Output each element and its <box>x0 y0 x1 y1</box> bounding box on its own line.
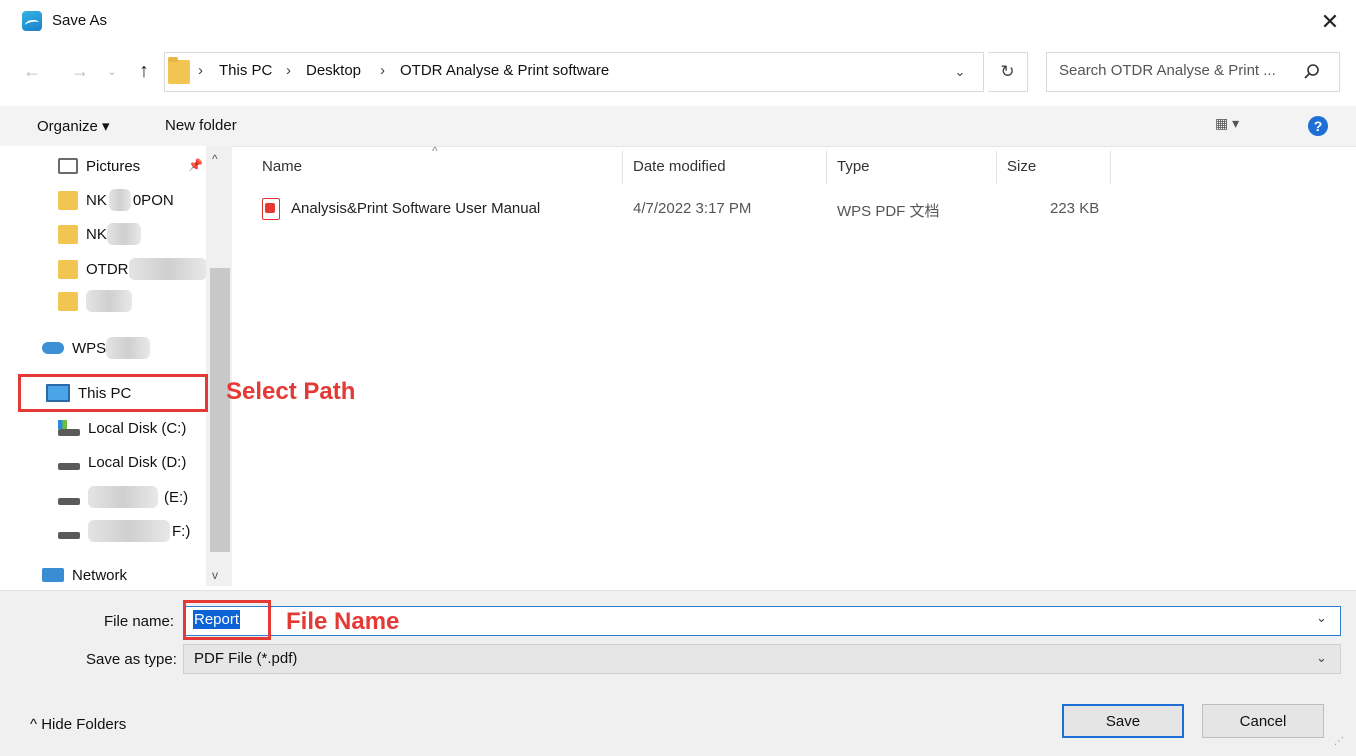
up-arrow-icon[interactable]: ↑ <box>132 58 156 84</box>
chevron-up-icon: ^ <box>30 716 42 733</box>
column-divider[interactable] <box>622 150 623 184</box>
save-type-select[interactable] <box>183 644 1341 674</box>
file-size: 223 KB <box>1050 200 1100 217</box>
nav-item-label: Local Disk (D:) <box>88 453 187 471</box>
close-icon: ✕ <box>1320 9 1340 34</box>
refresh-icon: ↻ <box>1000 62 1015 81</box>
search-placeholder: Search OTDR Analyse & Print ... <box>1059 62 1276 79</box>
sort-up-icon: ^ <box>432 144 438 158</box>
view-options-icon[interactable]: ▦ ▾ <box>1215 115 1269 137</box>
hide-folders-toggle[interactable]: ^ Hide Folders <box>30 716 126 733</box>
folder-icon <box>58 224 78 244</box>
nav-item-drive-e[interactable]: (E:) <box>58 484 188 510</box>
nav-item-label: 0PON <box>132 191 174 209</box>
breadcrumb-desktop[interactable]: Desktop <box>306 62 361 79</box>
drive-icon <box>58 462 80 470</box>
nav-item-folder[interactable]: NK <box>58 221 141 247</box>
chevron-down-icon[interactable]: ⌄ <box>946 60 974 84</box>
nav-item-label: NK <box>86 225 107 243</box>
breadcrumb-this-pc[interactable]: This PC <box>219 62 272 79</box>
recent-locations-chevron-icon[interactable]: ⌄ <box>100 58 124 84</box>
redacted-blur <box>106 337 151 359</box>
redacted-blur <box>108 189 131 211</box>
nav-item-folder[interactable]: NK 0PON <box>58 187 174 213</box>
redacted-blur <box>88 486 158 508</box>
column-divider[interactable] <box>1110 150 1111 184</box>
resize-grip-icon[interactable]: ⋰ <box>1334 736 1344 747</box>
column-divider[interactable] <box>996 150 997 184</box>
redacted-blur <box>86 290 132 312</box>
pictures-icon <box>58 158 78 174</box>
drive-icon <box>58 531 80 539</box>
new-folder-button[interactable]: New folder <box>165 117 237 134</box>
scroll-down-icon[interactable]: v <box>212 568 218 582</box>
nav-item-wps-cloud[interactable]: WPS <box>42 335 151 361</box>
annotation-file-name: File Name <box>286 608 400 635</box>
refresh-button[interactable]: ↻ <box>988 52 1028 92</box>
breadcrumb-otdr-folder[interactable]: OTDR Analyse & Print software <box>400 62 609 79</box>
redacted-blur <box>88 520 170 542</box>
pdf-file-icon <box>262 198 280 220</box>
annotation-select-path: Select Path <box>226 378 356 405</box>
help-icon[interactable]: ? <box>1308 116 1328 136</box>
windows-drive-icon <box>58 419 80 436</box>
drive-icon <box>58 497 80 505</box>
nav-item-local-disk-c[interactable]: Local Disk (C:) <box>58 415 186 441</box>
nav-item-label: NK <box>86 191 107 209</box>
column-header-size[interactable]: Size <box>1007 158 1036 175</box>
window-title: Save As <box>52 12 108 29</box>
nav-item-label: Pictures <box>86 157 141 175</box>
nav-item-label: F:) <box>172 522 191 540</box>
breadcrumb-separator: › <box>380 62 385 79</box>
file-date: 4/7/2022 3:17 PM <box>633 200 752 217</box>
nav-item-label: OTDR <box>86 260 129 278</box>
nav-item-label: WPS <box>72 339 107 357</box>
organize-button[interactable]: Organize ▾ <box>37 117 110 135</box>
search-icon[interactable] <box>1302 62 1322 82</box>
file-name: Analysis&Print Software User Manual <box>291 200 541 217</box>
annotation-highlight-box <box>183 600 271 640</box>
nav-item-label: Network <box>72 566 128 584</box>
folder-icon <box>58 259 78 279</box>
redacted-blur <box>128 258 207 280</box>
hide-folders-label: Hide Folders <box>41 716 127 733</box>
title-bar <box>0 0 1356 46</box>
file-type: WPS PDF 文档 <box>837 203 940 220</box>
save-type-value: PDF File (*.pdf) <box>194 650 298 667</box>
nav-item-folder[interactable]: OTDR <box>58 256 207 282</box>
nav-item-local-disk-d[interactable]: Local Disk (D:) <box>58 449 186 475</box>
column-header-name[interactable]: Name <box>262 158 302 175</box>
folder-icon <box>168 57 190 84</box>
nav-item-label: Local Disk (C:) <box>88 419 187 437</box>
app-icon <box>22 11 42 31</box>
chevron-down-icon[interactable]: ⌄ <box>1316 650 1327 666</box>
nav-item-network[interactable]: Network <box>42 562 127 588</box>
nav-scrollbar-thumb[interactable] <box>210 268 230 552</box>
cancel-button[interactable]: Cancel <box>1202 704 1324 738</box>
scroll-up-icon[interactable]: ^ <box>212 152 218 166</box>
nav-item-label: (E:) <box>164 488 189 506</box>
network-icon <box>42 568 64 582</box>
chevron-down-icon[interactable]: ⌄ <box>1316 610 1327 626</box>
close-button[interactable]: ✕ <box>1312 4 1348 40</box>
column-header-type[interactable]: Type <box>837 158 870 175</box>
pin-icon[interactable]: 📌 <box>188 158 203 172</box>
column-divider[interactable] <box>826 150 827 184</box>
nav-item-drive-f[interactable]: F:) <box>58 518 190 544</box>
save-button[interactable]: Save <box>1062 704 1184 738</box>
save-type-label: Save as type: <box>86 651 177 668</box>
folder-icon <box>58 190 78 210</box>
redacted-blur <box>106 223 141 245</box>
breadcrumb-separator: › <box>286 62 291 79</box>
file-name-label: File name: <box>104 613 175 630</box>
back-arrow-icon[interactable]: ← <box>20 58 44 84</box>
nav-item-folder[interactable] <box>58 288 132 314</box>
nav-item-pictures[interactable]: Pictures <box>58 153 140 179</box>
annotation-highlight-box <box>18 374 208 412</box>
cloud-icon <box>42 342 64 354</box>
forward-arrow-icon[interactable]: → <box>68 58 92 84</box>
breadcrumb-separator: › <box>198 62 203 79</box>
column-header-date[interactable]: Date modified <box>633 158 726 175</box>
folder-icon <box>58 291 78 311</box>
